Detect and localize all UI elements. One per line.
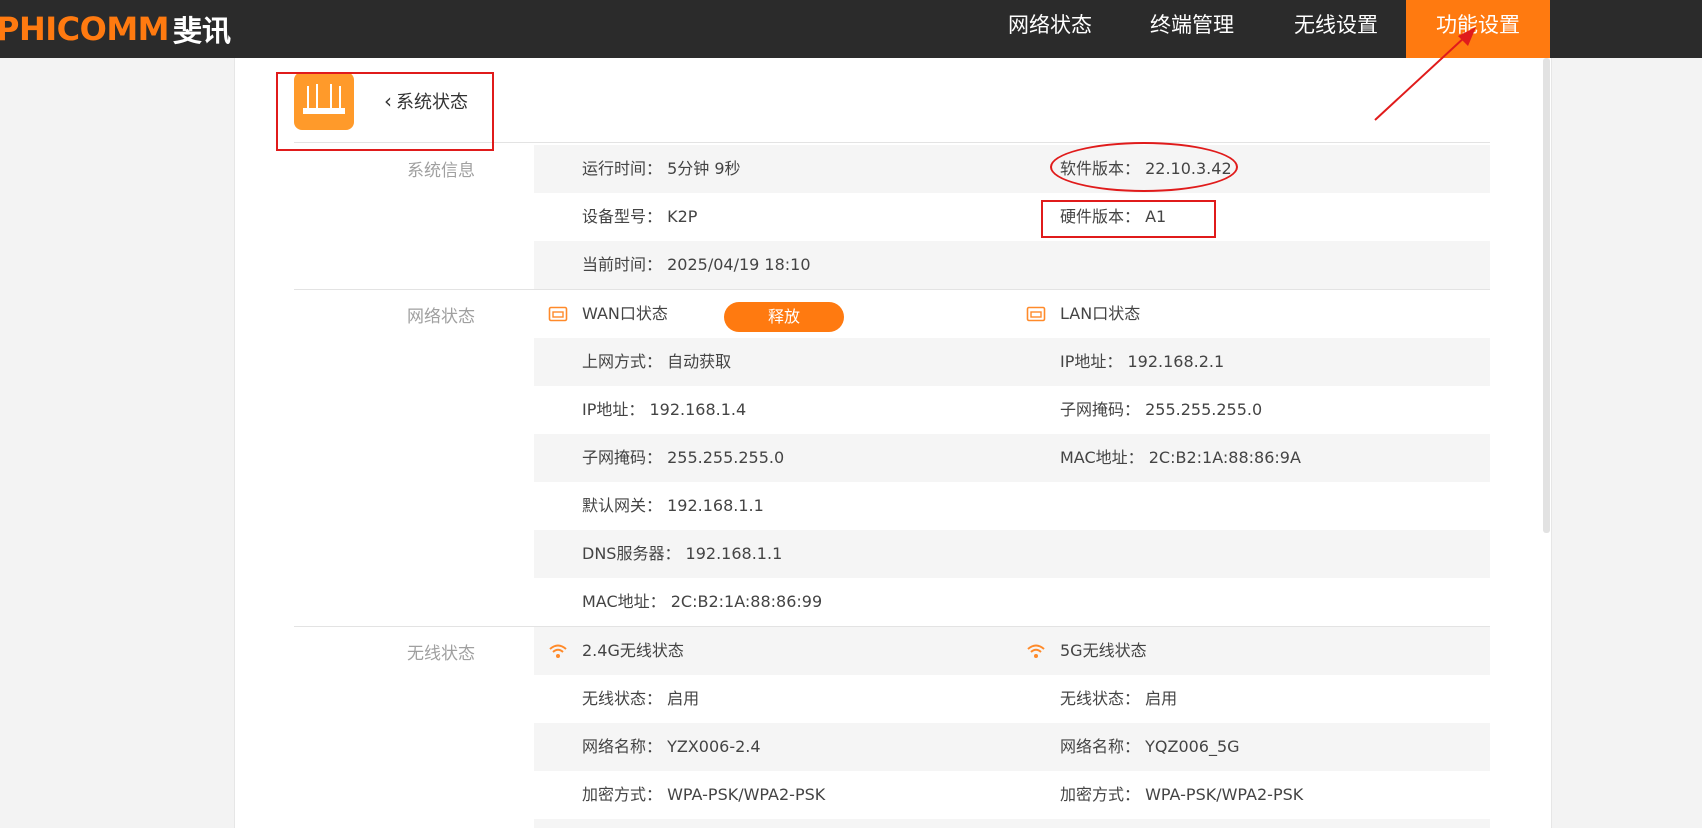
annotation-arrow-icon: [1374, 27, 1476, 121]
